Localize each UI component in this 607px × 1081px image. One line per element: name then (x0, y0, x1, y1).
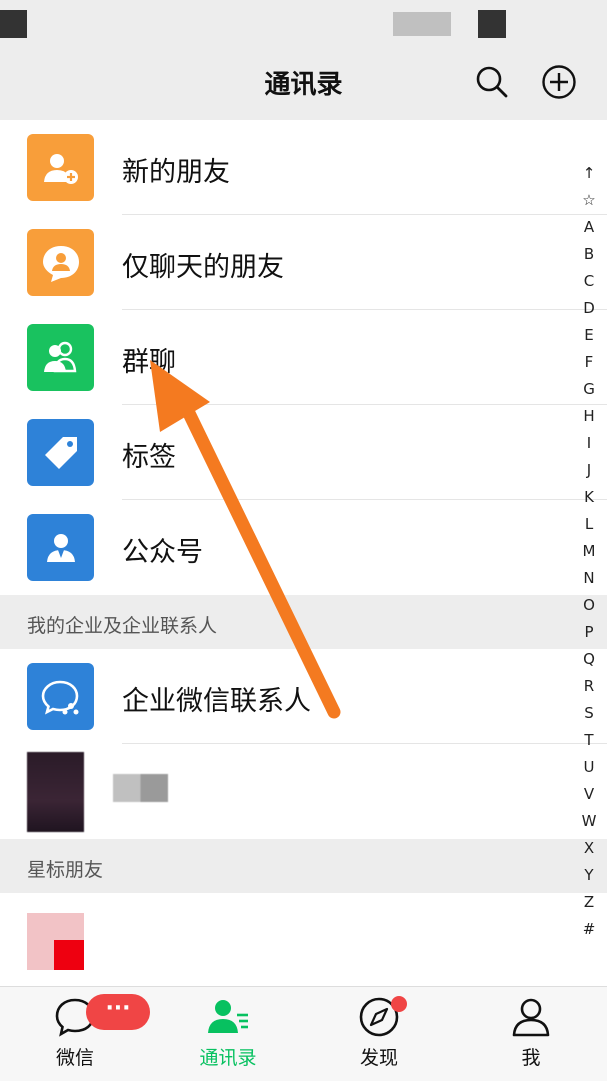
contact-name-blur (113, 774, 168, 802)
index-letter[interactable]: X (577, 835, 601, 862)
add-friend-icon (27, 134, 94, 201)
status-bar-battery-block (478, 10, 506, 38)
index-letter[interactable]: W (577, 808, 601, 835)
page-title: 通讯录 (264, 70, 343, 100)
list-item-official-accounts[interactable]: 公众号 (0, 500, 607, 595)
group-chat-icon (27, 324, 94, 391)
discover-red-dot (391, 996, 407, 1012)
status-bar (0, 0, 607, 50)
official-account-icon (27, 514, 94, 581)
index-letter[interactable]: F (577, 349, 601, 376)
section-header-enterprise: 我的企业及企业联系人 (0, 595, 607, 649)
index-letter[interactable]: S (577, 700, 601, 727)
index-letter[interactable]: Z (577, 889, 601, 916)
index-letter[interactable]: B (577, 241, 601, 268)
section-header-label: 我的企业及企业联系人 (27, 615, 218, 637)
search-icon[interactable] (474, 64, 510, 100)
wecom-contacts-icon (27, 663, 94, 730)
status-bar-signal-blur (393, 12, 451, 36)
alphabet-index-bar[interactable]: ↑ ☆ A B C D E F G H I J K L M N O P Q R S T U V W X Y Z # (577, 160, 601, 943)
contact-avatar (27, 913, 84, 970)
list-item-chat-only-friends[interactable]: 仅聊天的朋友 (0, 215, 607, 310)
nav-tab-contacts[interactable]: 通讯录 (178, 995, 278, 1070)
status-bar-left-block (0, 10, 27, 38)
nav-tab-discover[interactable]: 发现 (329, 995, 429, 1070)
chat-only-friend-icon (27, 229, 94, 296)
list-item-label: 标签 (122, 442, 176, 473)
index-letter[interactable]: G (577, 376, 601, 403)
top-bar: 通讯录 (0, 50, 607, 120)
index-letter[interactable]: P (577, 619, 601, 646)
contacts-list: 新的朋友 仅聊天的朋友 群聊 标签 公众号 我的企业及企业联系人 企业微信联系人… (0, 120, 607, 993)
avatar-red-block (54, 940, 84, 970)
list-item-label: 群聊 (122, 347, 176, 378)
list-item-label: 新的朋友 (122, 157, 230, 188)
index-letter[interactable]: N (577, 565, 601, 592)
index-letter[interactable]: K (577, 484, 601, 511)
list-item-group-chats[interactable]: 群聊 (0, 310, 607, 405)
add-circle-icon[interactable] (541, 64, 577, 100)
index-letter[interactable]: # (577, 916, 601, 943)
nav-label: 我 (521, 1047, 541, 1069)
nav-tab-me[interactable]: 我 (481, 995, 581, 1070)
index-letter[interactable]: J (577, 457, 601, 484)
list-item-label: 企业微信联系人 (122, 686, 311, 717)
section-header-label: 星标朋友 (27, 859, 104, 881)
index-letter[interactable]: R (577, 673, 601, 700)
index-letter[interactable]: E (577, 322, 601, 349)
unread-badge: ··· (86, 994, 150, 1030)
index-letter[interactable]: D (577, 295, 601, 322)
nav-label: 通讯录 (199, 1047, 257, 1069)
index-letter[interactable]: L (577, 511, 601, 538)
list-item-new-friends[interactable]: 新的朋友 (0, 120, 607, 215)
index-letter[interactable]: C (577, 268, 601, 295)
list-item-starred-contact[interactable] (0, 893, 607, 993)
person-icon (512, 998, 550, 1037)
index-letter[interactable]: I (577, 430, 601, 457)
list-item-wecom-contacts[interactable]: 企业微信联系人 (0, 649, 607, 744)
index-letter[interactable]: A (577, 214, 601, 241)
tag-icon (27, 419, 94, 486)
index-letter[interactable]: O (577, 592, 601, 619)
list-item-tags[interactable]: 标签 (0, 405, 607, 500)
index-letter[interactable]: ↑ (577, 160, 601, 187)
list-item-enterprise-contact[interactable] (0, 744, 607, 839)
index-letter[interactable]: V (577, 781, 601, 808)
contacts-icon (208, 1000, 248, 1033)
index-letter[interactable]: U (577, 754, 601, 781)
contact-avatar (27, 752, 84, 832)
index-letter[interactable]: M (577, 538, 601, 565)
index-letter[interactable]: Q (577, 646, 601, 673)
nav-label: 发现 (359, 1047, 398, 1069)
list-item-label: 仅聊天的朋友 (122, 252, 284, 283)
index-letter[interactable]: Y (577, 862, 601, 889)
list-item-label: 公众号 (122, 537, 203, 568)
index-letter[interactable]: ☆ (577, 187, 601, 214)
index-letter[interactable]: H (577, 403, 601, 430)
index-letter[interactable]: T (577, 727, 601, 754)
section-header-starred: 星标朋友 (0, 839, 607, 893)
nav-label: 微信 (55, 1047, 94, 1069)
